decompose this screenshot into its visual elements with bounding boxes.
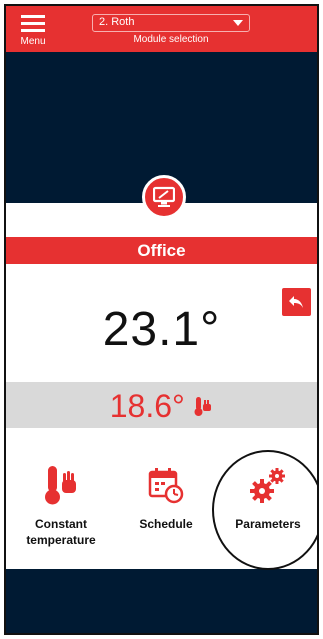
highlight-circle [212, 450, 317, 570]
mode-label-line1: Constant [35, 517, 87, 531]
mode-label-line1: Schedule [139, 517, 193, 531]
app-frame: Menu 2. Roth Module selection Office 23.… [4, 4, 319, 635]
top-bar: Menu 2. Roth Module selection [6, 6, 317, 52]
mode-schedule[interactable]: Schedule [116, 464, 216, 532]
monitor-icon [153, 186, 175, 207]
setpoint-band: 18.6° [6, 382, 317, 428]
menu-button[interactable]: Menu [12, 12, 54, 50]
chevron-down-icon [233, 20, 243, 26]
setpoint-temperature: 18.6° [109, 388, 185, 424]
room-icon-badge [142, 175, 186, 219]
module-select-value: 2. Roth [99, 16, 135, 28]
thermometer-hand-icon [194, 396, 212, 416]
setpoint-row: 18.6° [6, 388, 317, 425]
mode-label-line2: temperature [26, 533, 96, 547]
mode-constant-temperature[interactable]: Constant temperature [11, 464, 111, 548]
module-selection-caption: Module selection [133, 34, 209, 45]
thermometer-hand-icon [45, 466, 76, 505]
room-name-bar: Office [6, 237, 317, 264]
room-name: Office [137, 241, 186, 260]
current-temperature: 23.1° [102, 303, 221, 356]
hamburger-icon [21, 15, 45, 32]
calendar-clock-icon [148, 468, 184, 504]
module-select[interactable]: 2. Roth [92, 14, 250, 32]
menu-label: Menu [20, 36, 46, 47]
